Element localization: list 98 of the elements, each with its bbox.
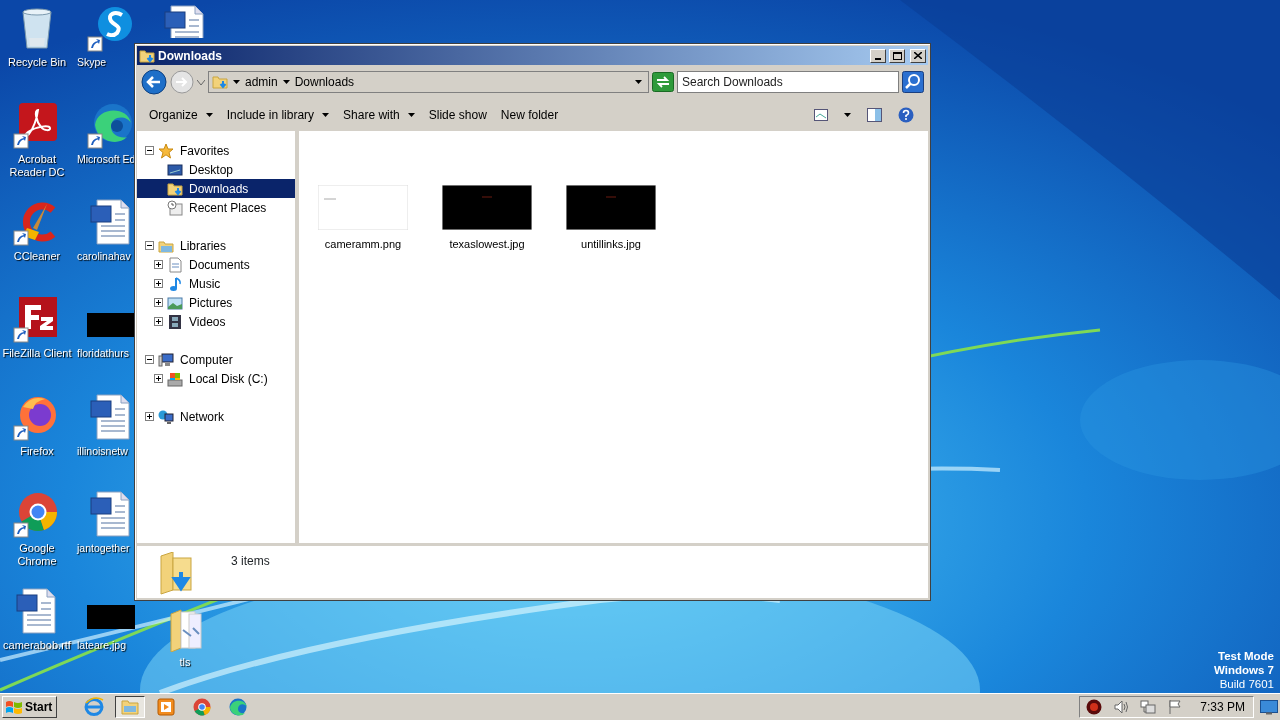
refresh-icon[interactable] <box>652 72 674 92</box>
icon-label[interactable]: Recycle Bin <box>7 56 67 69</box>
close-icon <box>914 52 922 59</box>
pictures-icon <box>167 294 183 311</box>
folder-icon <box>167 180 183 197</box>
window-title: Downloads <box>158 47 223 65</box>
search-field[interactable]: Search Downloads <box>677 71 899 93</box>
nav-item[interactable]: Libraries <box>137 236 295 255</box>
address-field[interactable]: admin Downloads <box>208 71 649 93</box>
file-name[interactable]: texaslowest.jpg <box>449 236 525 253</box>
icon-label[interactable]: camerabob.rtf <box>3 638 71 652</box>
icon-label[interactable]: carolinahav <box>77 250 131 264</box>
nav-item[interactable]: Local Disk (C:) <box>137 369 295 388</box>
expand-icon[interactable] <box>154 374 163 383</box>
nav-item[interactable]: Videos <box>137 312 295 331</box>
close-button[interactable] <box>910 48 926 63</box>
folder-icon <box>139 47 155 64</box>
file-name[interactable]: untillinks.jpg <box>581 236 641 253</box>
icon-label[interactable]: Skype <box>77 56 107 69</box>
minimize-icon <box>875 57 881 60</box>
nav-item[interactable]: Documents <box>137 255 295 274</box>
start-button[interactable]: Start <box>2 696 58 718</box>
file-name[interactable]: cameramm.png <box>324 236 402 253</box>
toolbar-button[interactable]: Share with <box>337 104 421 126</box>
icon-label[interactable]: jantogether <box>77 541 130 555</box>
item-count: 3 items <box>231 553 270 570</box>
taskbar-button[interactable] <box>115 696 146 718</box>
icon-label[interactable]: Google Chrome <box>1 541 73 568</box>
nav-item[interactable]: Favorites <box>137 141 295 160</box>
image-thumbnail[interactable] <box>318 185 408 230</box>
show-desktop-icon[interactable] <box>1260 699 1278 715</box>
collapse-icon[interactable] <box>145 146 154 155</box>
windows-logo-icon <box>5 699 23 715</box>
network-status-icon[interactable] <box>1140 699 1157 715</box>
browser-icon <box>84 697 105 717</box>
star-icon <box>158 142 174 159</box>
computer-icon <box>158 351 174 368</box>
document-icon <box>167 256 183 273</box>
expand-icon[interactable] <box>145 412 154 421</box>
flag-icon[interactable] <box>1167 699 1184 715</box>
toolbar-button[interactable]: Slide show <box>422 104 493 126</box>
forward-icon <box>170 70 194 94</box>
collapse-icon[interactable] <box>145 241 154 250</box>
collapse-icon[interactable] <box>145 355 154 364</box>
toolbar-button[interactable]: New folder <box>494 104 565 126</box>
views-icon[interactable] <box>814 109 828 121</box>
expand-icon[interactable] <box>154 279 163 288</box>
image-thumbnail[interactable] <box>566 185 656 230</box>
nav-item[interactable]: Desktop <box>137 160 295 179</box>
expand-icon[interactable] <box>154 298 163 307</box>
recent-places-icon <box>167 199 183 216</box>
toolbar-button[interactable]: Organize <box>143 104 219 126</box>
toolbar-button[interactable]: Include in library <box>220 104 336 126</box>
maximize-icon <box>892 51 902 60</box>
nav-item[interactable]: Computer <box>137 350 295 369</box>
nav-item[interactable]: Pictures <box>137 293 295 312</box>
icon-label[interactable]: Firefox <box>20 444 54 458</box>
messenger-icon[interactable] <box>87 4 135 52</box>
system-notice: Test Mode <box>1217 649 1274 663</box>
folder-icon <box>212 74 228 90</box>
caret-icon <box>635 80 642 84</box>
music-note-icon <box>167 275 183 292</box>
nav-item[interactable]: Recent Places <box>137 198 295 217</box>
nav-item[interactable]: Downloads <box>137 179 295 198</box>
breadcrumb[interactable]: admin <box>245 73 278 91</box>
browser-icon <box>228 697 249 717</box>
icon-label[interactable]: CCleaner <box>13 250 61 264</box>
media-player-icon <box>156 697 177 717</box>
icon-label[interactable]: floridathurs <box>77 347 129 361</box>
system-notice: Windows 7 <box>1214 663 1274 677</box>
caret-icon <box>233 80 240 84</box>
nav-item[interactable]: Music <box>137 274 295 293</box>
alert-icon[interactable] <box>1086 699 1103 715</box>
caret-icon[interactable] <box>844 113 851 117</box>
nav-item[interactable]: Network <box>137 407 295 426</box>
icon-label[interactable]: illinoisnetw <box>77 444 128 458</box>
minimize-button[interactable] <box>870 48 886 63</box>
image-thumbnail[interactable] <box>442 185 532 230</box>
maximize-button[interactable] <box>889 48 905 63</box>
browser-icon[interactable] <box>87 101 135 150</box>
system-notice: Build 7601 <box>1218 677 1274 691</box>
expand-icon[interactable] <box>154 317 163 326</box>
search-icon[interactable] <box>902 71 924 93</box>
browser-icon <box>192 697 213 717</box>
help-icon[interactable] <box>898 107 914 123</box>
back-icon[interactable] <box>141 69 167 95</box>
icon-label[interactable]: Acrobat Reader DC <box>1 153 73 180</box>
icon-label[interactable]: FileZilla Client <box>2 347 72 361</box>
preview-pane-icon[interactable] <box>867 108 882 122</box>
hard-drive-icon <box>167 370 183 387</box>
network-icon <box>158 408 174 425</box>
volume-icon[interactable] <box>1113 699 1130 715</box>
caret-icon <box>282 80 290 84</box>
desktop-icon <box>167 161 183 178</box>
expand-icon[interactable] <box>154 260 163 269</box>
folder-icon <box>120 697 141 717</box>
breadcrumb[interactable]: Downloads <box>294 73 355 91</box>
film-icon <box>167 313 183 330</box>
